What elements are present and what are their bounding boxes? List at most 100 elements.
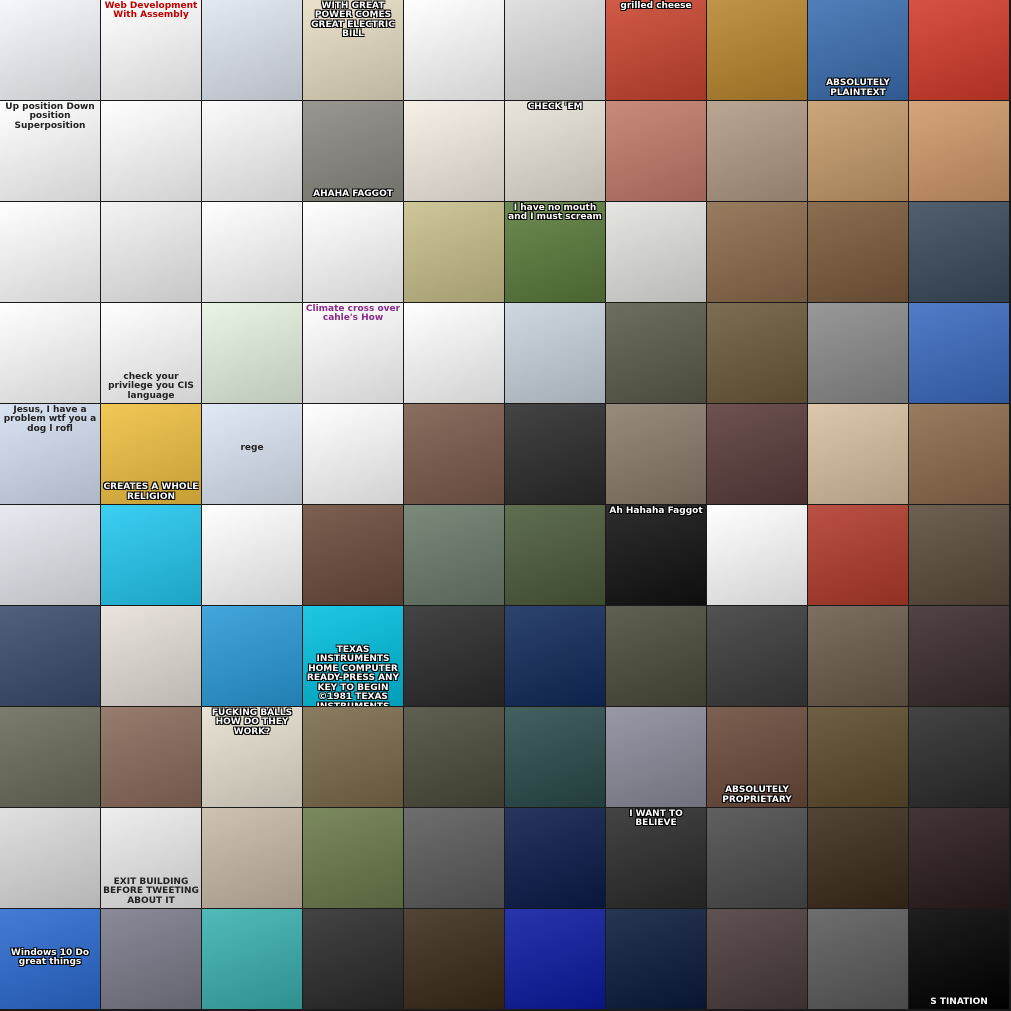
image-tile: check your privilege you CIS language [101, 303, 201, 403]
image-tile [303, 707, 403, 807]
tile-caption: Windows 10 Do great things [10, 948, 90, 968]
image-tile [404, 404, 504, 504]
tile-caption: check your privilege you CIS language [108, 371, 194, 401]
image-tile [707, 404, 807, 504]
image-tile [505, 707, 605, 807]
image-tile [101, 606, 201, 706]
image-tile [505, 808, 605, 908]
image-tile [606, 606, 706, 706]
tile-shade [303, 202, 403, 302]
tile-shade [909, 404, 1009, 504]
tile-shade [606, 505, 706, 605]
image-tile [707, 909, 807, 1009]
image-tile [101, 202, 201, 302]
image-tile [606, 101, 706, 201]
tile-shade [101, 606, 201, 706]
image-tile [505, 505, 605, 605]
image-tile [404, 0, 504, 100]
image-tile [909, 808, 1009, 908]
image-tile [202, 101, 302, 201]
image-tile: CREATES A WHOLE RELIGION [101, 404, 201, 504]
image-tile: Jesus, I have a problem wtf you a dog l … [0, 404, 100, 504]
image-tile [505, 303, 605, 403]
image-tile [707, 606, 807, 706]
tile-shade [505, 0, 605, 100]
tile-caption: TEXAS INSTRUMENTS HOME COMPUTER READY-PR… [306, 645, 400, 706]
tile-shade [303, 404, 403, 504]
tile-shade [909, 101, 1009, 201]
image-tile [808, 909, 908, 1009]
tile-shade [505, 101, 605, 201]
tile-shade [808, 202, 908, 302]
tile-shade [808, 808, 908, 908]
image-tile: grilled cheese [606, 0, 706, 100]
tile-shade [404, 303, 504, 403]
tile-shade [202, 606, 302, 706]
image-tile: Up position Down position Superposition [0, 101, 100, 201]
tile-shade [202, 101, 302, 201]
tile-shade [404, 707, 504, 807]
image-tile [202, 303, 302, 403]
tile-shade [202, 202, 302, 302]
tile-shade [808, 606, 908, 706]
tile-caption: ABSOLUTELY PROPRIETARY [722, 785, 792, 805]
image-tile [202, 808, 302, 908]
tile-shade [0, 505, 100, 605]
tile-shade [101, 505, 201, 605]
tile-shade [202, 303, 302, 403]
image-tile [505, 0, 605, 100]
image-tile: FUCKING BALLS HOW DO THEY WORK? [202, 707, 302, 807]
image-tile [808, 606, 908, 706]
image-tile [0, 808, 100, 908]
image-tile: Climate cross over cahle's How [303, 303, 403, 403]
tile-shade [505, 303, 605, 403]
tile-shade [0, 202, 100, 302]
tile-shade [909, 707, 1009, 807]
tile-shade [303, 808, 403, 908]
tile-shade [606, 202, 706, 302]
image-tile [303, 202, 403, 302]
image-tile [101, 505, 201, 605]
image-tile [404, 707, 504, 807]
image-tile: Ah Hahaha Faggot [606, 505, 706, 605]
tile-shade [404, 101, 504, 201]
image-tile [202, 606, 302, 706]
image-tile [808, 707, 908, 807]
tile-shade [707, 202, 807, 302]
tile-shade [909, 303, 1009, 403]
image-tile [404, 909, 504, 1009]
tile-shade [707, 0, 807, 100]
tile-shade [808, 909, 908, 1009]
tile-shade [606, 909, 706, 1009]
image-tile [808, 505, 908, 605]
tile-shade [202, 0, 302, 100]
image-tile [303, 909, 403, 1009]
image-tile [0, 707, 100, 807]
tile-caption: grilled cheese [620, 1, 692, 11]
image-tile [808, 202, 908, 302]
tile-shade [404, 606, 504, 706]
image-tile [505, 909, 605, 1009]
image-tile [909, 303, 1009, 403]
image-tile [0, 303, 100, 403]
tile-shade [303, 101, 403, 201]
image-tile [303, 505, 403, 605]
image-tile: ABSOLUTELY PROPRIETARY [707, 707, 807, 807]
tile-shade [202, 808, 302, 908]
tile-shade [303, 909, 403, 1009]
image-tile [707, 202, 807, 302]
tile-caption: CHECK 'EM [527, 102, 583, 112]
image-tile: Windows 10 Do great things [0, 909, 100, 1009]
image-tile [606, 202, 706, 302]
image-tile [909, 0, 1009, 100]
image-tile: Web Development With Assembly [101, 0, 201, 100]
tile-caption: EXIT BUILDING BEFORE TWEETING ABOUT IT [103, 876, 199, 906]
image-tile [202, 505, 302, 605]
tile-shade [202, 505, 302, 605]
image-tile [909, 404, 1009, 504]
tile-shade [404, 909, 504, 1009]
image-tile: EXIT BUILDING BEFORE TWEETING ABOUT IT [101, 808, 201, 908]
image-tile: CHECK 'EM [505, 101, 605, 201]
image-tile [909, 202, 1009, 302]
tile-caption: WITH GREAT POWER COMES GREAT ELECTRIC BI… [311, 1, 395, 40]
